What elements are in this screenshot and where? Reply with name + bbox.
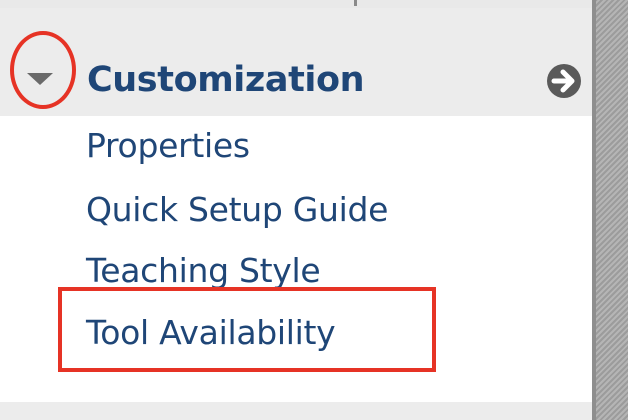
previous-section-edge [0, 0, 592, 8]
handle-border [592, 0, 596, 420]
previous-section-fragment [354, 0, 357, 6]
next-section-edge [0, 402, 592, 420]
section-title[interactable]: Customization [87, 58, 365, 102]
menu-item-properties[interactable]: Properties [86, 126, 250, 166]
menu-item-quick-setup-guide[interactable]: Quick Setup Guide [86, 190, 388, 230]
caret-highlight-circle [10, 31, 76, 109]
arrow-right-circle-icon[interactable] [544, 61, 584, 101]
panel-resize-handle[interactable] [592, 0, 628, 420]
course-management-panel: Customization Properties Quick Setup Gui… [0, 0, 592, 420]
tool-availability-highlight-box [58, 287, 436, 372]
customization-section-header[interactable]: Customization [0, 8, 592, 116]
menu-item-teaching-style[interactable]: Teaching Style [86, 251, 321, 291]
